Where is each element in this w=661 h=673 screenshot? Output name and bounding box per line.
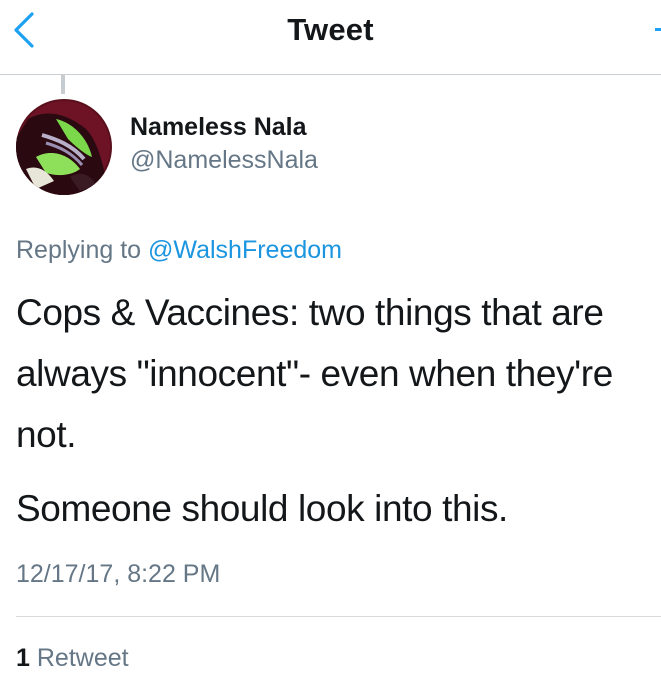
replying-mention-link[interactable]: @WalshFreedom	[148, 236, 342, 264]
replying-to-line: Replying to @WalshFreedom	[16, 236, 342, 265]
tweet-timestamp: 12/17/17, 8:22 PM	[16, 560, 221, 588]
thread-connector-line	[61, 75, 65, 94]
retweet-count-link[interactable]: 1 Retweet	[16, 644, 129, 673]
avatar[interactable]	[16, 99, 112, 195]
navigation-bar: Tweet	[0, 0, 661, 74]
avatar-image	[16, 99, 112, 195]
navbar-edge-mark	[655, 28, 661, 31]
author-name[interactable]: Nameless Nala	[130, 113, 307, 142]
page-title: Tweet	[287, 12, 374, 47]
tweet-text: Cops & Vaccines: two things that are alw…	[16, 282, 656, 539]
retweet-count: 1	[16, 644, 30, 672]
replying-prefix: Replying to	[16, 236, 142, 264]
navbar-divider	[0, 74, 661, 75]
section-divider	[16, 616, 661, 617]
tweet-text-paragraph: Cops & Vaccines: two things that are alw…	[16, 292, 613, 455]
retweet-label: Retweet	[36, 644, 129, 672]
tweet-text-paragraph: Someone should look into this.	[16, 488, 508, 529]
author-handle[interactable]: @NamelessNala	[130, 146, 318, 175]
